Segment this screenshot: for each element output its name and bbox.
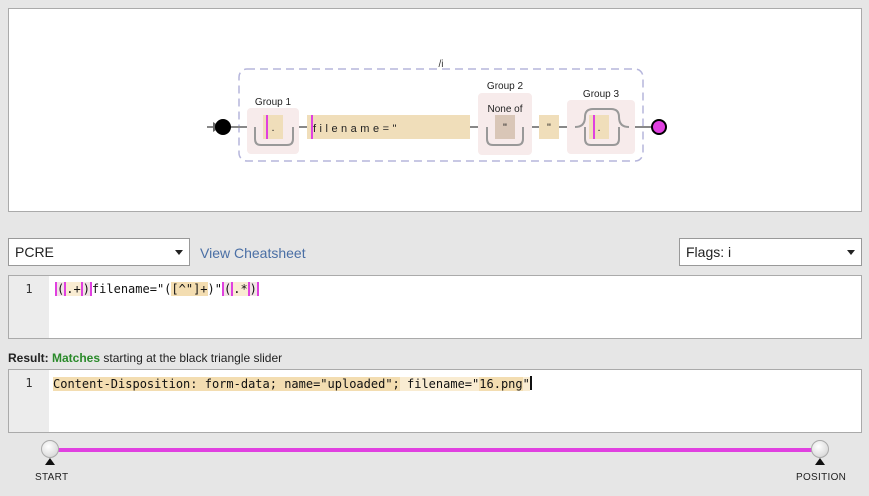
regex-token-dotstar: .* bbox=[233, 282, 248, 296]
position-label: POSITION bbox=[796, 472, 847, 483]
group3-dot: . bbox=[597, 122, 600, 134]
test-string-code[interactable]: Content-Disposition: form-data; name="up… bbox=[53, 376, 532, 391]
test-editor-gutter: 1 bbox=[9, 370, 49, 432]
start-slider-handle[interactable] bbox=[41, 440, 59, 458]
flag-label: /i bbox=[439, 59, 444, 70]
regex-token-open3: ( bbox=[221, 282, 234, 296]
flavor-select[interactable]: PCRE bbox=[8, 238, 190, 266]
end-node bbox=[651, 119, 667, 135]
railroad-diagram: /i Group 1 . filename=" Group 2 None of … bbox=[207, 59, 667, 162]
regex-editor[interactable]: 1 (.+) filename="([^"]+)"(.*) bbox=[8, 275, 862, 339]
match-group2: 16.png bbox=[479, 377, 523, 391]
regex-editor-gutter: 1 bbox=[9, 276, 49, 338]
match-group1: Content-Disposition: form-data; name="up… bbox=[53, 377, 400, 391]
result-status: Result: Matches starting at the black tr… bbox=[8, 351, 282, 365]
start-node bbox=[215, 119, 231, 135]
flags-select-value: Flags: i bbox=[686, 244, 732, 260]
result-detail: starting at the black triangle slider bbox=[103, 351, 283, 365]
literal-filename: filename=" bbox=[313, 123, 400, 135]
regex-token-open1: ( bbox=[55, 282, 67, 296]
regex-token-close2: )" bbox=[207, 282, 222, 296]
position-slider[interactable]: START POSITION bbox=[8, 436, 862, 492]
slider-track[interactable] bbox=[50, 448, 820, 452]
group3-label: Group 3 bbox=[583, 89, 620, 100]
chevron-down-icon bbox=[175, 250, 183, 255]
chevron-down-icon bbox=[847, 250, 855, 255]
regex-token-close3: ) bbox=[247, 282, 259, 296]
literal-quote: " bbox=[547, 122, 551, 134]
view-cheatsheet-link[interactable]: View Cheatsheet bbox=[200, 245, 306, 261]
match-literal: filename=" bbox=[399, 377, 480, 391]
group2-quote: " bbox=[503, 122, 507, 134]
regex-token-dotplus: .+ bbox=[66, 282, 81, 296]
result-matches: Matches bbox=[52, 351, 101, 365]
flags-select[interactable]: Flags: i bbox=[679, 238, 862, 266]
test-string-editor[interactable]: 1 Content-Disposition: form-data; name="… bbox=[8, 369, 862, 433]
railroad-diagram-panel: /i Group 1 . filename=" Group 2 None of … bbox=[8, 8, 862, 212]
regex-code[interactable]: (.+) filename="([^"]+)"(.*) bbox=[55, 282, 259, 296]
result-label: Result: bbox=[8, 351, 49, 365]
group2-label: Group 2 bbox=[487, 81, 524, 92]
group1-dot: . bbox=[271, 122, 274, 134]
position-slider-handle[interactable] bbox=[811, 440, 829, 458]
text-cursor bbox=[529, 376, 532, 390]
start-label: START bbox=[35, 472, 69, 483]
line-number: 1 bbox=[25, 282, 33, 296]
group1-label: Group 1 bbox=[255, 97, 292, 108]
flavor-select-value: PCRE bbox=[15, 244, 54, 260]
position-triangle-icon[interactable] bbox=[815, 458, 825, 465]
match-quote: " bbox=[522, 377, 530, 391]
group2-none-of: None of bbox=[487, 104, 522, 115]
line-number: 1 bbox=[25, 376, 33, 390]
regex-token-literal: filename="( bbox=[91, 282, 172, 296]
regex-token-charset: [^"]+ bbox=[171, 282, 208, 296]
start-triangle-icon[interactable] bbox=[45, 458, 55, 465]
regex-token-close1: ) bbox=[80, 282, 92, 296]
